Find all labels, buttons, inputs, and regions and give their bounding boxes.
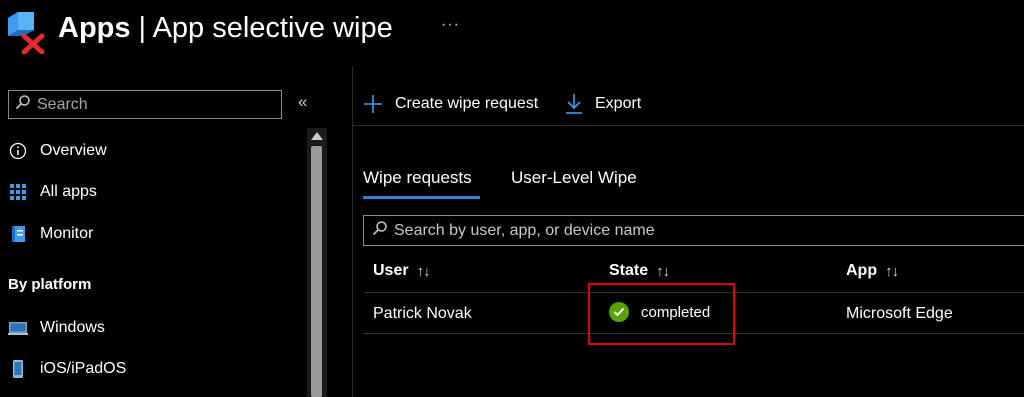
table-search[interactable] [363,215,1024,246]
sort-icon[interactable]: ↑↓ [417,263,431,280]
collapse-sidebar-button[interactable]: « [298,92,307,112]
sidebar-item-label: Windows [40,319,105,336]
column-header-label: State [609,262,649,279]
download-icon [566,94,582,114]
scrollbar-thumb[interactable] [311,146,322,397]
search-icon [15,94,31,115]
more-options-button[interactable]: ··· [441,16,460,34]
cell-user[interactable]: Patrick Novak [373,304,472,324]
table-search-input[interactable] [394,221,994,240]
toolbar-divider [353,125,1024,126]
search-icon [372,220,388,241]
info-icon [8,141,28,161]
plus-icon [364,95,382,113]
monitor-book-icon [8,224,28,244]
sidebar-search-input[interactable] [37,95,267,114]
export-button[interactable]: Export [565,91,641,117]
sidebar-item-all-apps[interactable]: All apps [8,180,97,204]
panel-divider [352,66,353,397]
app-wipe-icon [6,8,46,55]
page-title-blade: App selective wipe [152,12,393,44]
tab-user-level-wipe[interactable]: User-Level Wipe [511,168,637,188]
sidebar-item-overview[interactable]: Overview [8,139,107,163]
create-wipe-request-label: Create wipe request [395,95,539,112]
page-title-app: Apps [58,12,131,44]
scroll-up-arrow-icon[interactable] [311,132,323,140]
page-title-separator: | [130,12,153,44]
windows-device-icon [8,318,28,338]
sidebar-item-label: Overview [40,142,107,159]
column-header-label: User [373,262,409,279]
export-label: Export [595,95,642,112]
sidebar-item-windows[interactable]: Windows [8,316,105,340]
column-header-user[interactable]: User ↑↓ [373,260,431,282]
column-header-state[interactable]: State ↑↓ [609,260,670,282]
section-label-platform: By platform [8,276,92,293]
sidebar-item-ios[interactable]: iOS/iPadOS [8,357,126,381]
cell-app: Microsoft Edge [846,305,953,322]
sidebar-item-label: iOS/iPadOS [40,360,127,377]
create-wipe-request-button[interactable]: Create wipe request [363,91,538,117]
sort-icon[interactable]: ↑↓ [885,263,899,280]
sidebar-item-label: Monitor [40,225,94,242]
sort-icon[interactable]: ↑↓ [656,263,670,280]
column-header-label: App [846,262,878,279]
page-title: Apps | App selective wipe [58,10,393,46]
highlight-annotation-box [588,283,735,345]
column-header-app[interactable]: App ↑↓ [846,260,899,282]
sidebar-search[interactable] [8,90,282,119]
sidebar-item-label: All apps [40,183,97,200]
tab-wipe-requests[interactable]: Wipe requests [363,168,472,188]
phone-icon [8,359,28,379]
grid-icon [8,182,28,202]
selected-tab-indicator [363,196,480,199]
sidebar-item-monitor[interactable]: Monitor [8,222,93,246]
